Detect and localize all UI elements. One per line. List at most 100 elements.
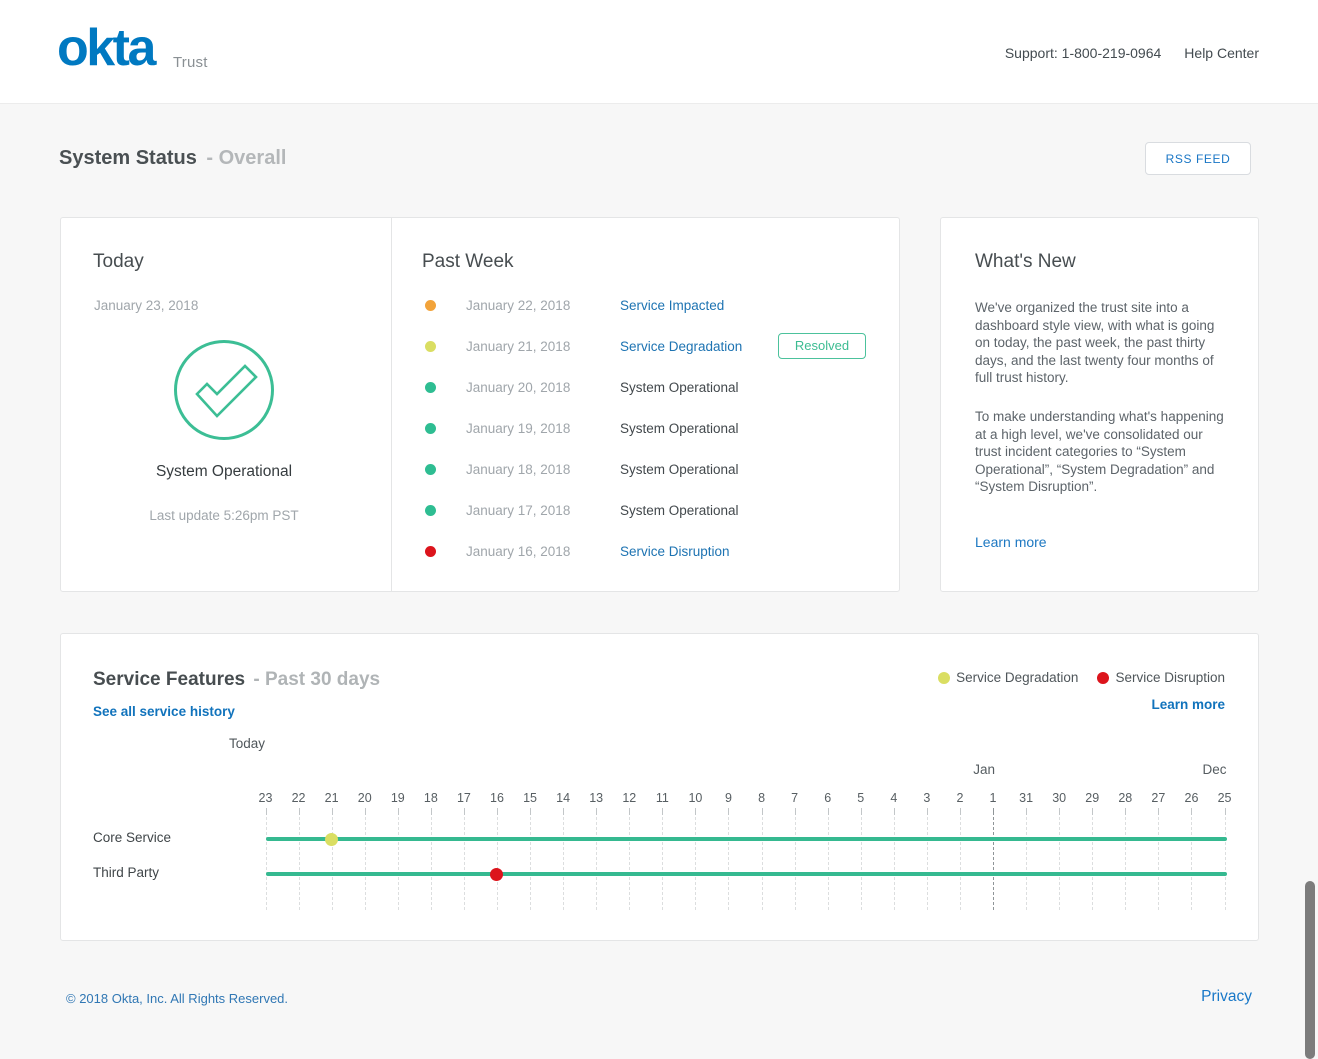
incident-status-link[interactable]: Service Disruption — [620, 544, 730, 559]
gridline — [299, 817, 300, 910]
privacy-link[interactable]: Privacy — [1201, 988, 1252, 1006]
service-status-line — [266, 837, 1227, 841]
gridline — [1191, 817, 1192, 910]
axis-day-label: 27 — [1143, 791, 1173, 805]
axis-tick — [596, 808, 597, 815]
gridline — [728, 817, 729, 910]
copyright-text: © 2018 Okta, Inc. All Rights Reserved. — [66, 991, 288, 1006]
okta-logo[interactable]: okta Trust — [57, 20, 154, 80]
axis-day-label: 28 — [1110, 791, 1140, 805]
status-dot-degradation — [425, 341, 436, 352]
status-dot-operational — [425, 464, 436, 475]
axis-tick — [629, 808, 630, 815]
axis-day-label: 12 — [614, 791, 644, 805]
gridline — [596, 817, 597, 910]
gridline — [662, 817, 663, 910]
axis-tick — [993, 808, 994, 815]
incident-dot[interactable] — [325, 833, 338, 846]
axis-tick — [332, 808, 333, 815]
axis-day-label: 13 — [581, 791, 611, 805]
page: okta Trust Support: 1-800-219-0964 Help … — [0, 0, 1318, 1059]
axis-day-label: 23 — [251, 791, 281, 805]
incident-date: January 19, 2018 — [466, 421, 570, 436]
axis-day-label: 15 — [515, 791, 545, 805]
axis-day-label: 11 — [647, 791, 677, 805]
past-week-row: January 17, 2018System Operational — [391, 490, 899, 531]
page-title: System Status - Overall — [59, 147, 286, 170]
gridline — [464, 817, 465, 910]
axis-month-label: Dec — [1167, 762, 1227, 777]
logo-trust-label: Trust — [173, 54, 208, 71]
today-title: Today — [93, 251, 144, 273]
service-row-label: Third Party — [93, 865, 159, 880]
axis-tick — [398, 808, 399, 815]
axis-day-label: 5 — [846, 791, 876, 805]
gridline — [1125, 817, 1126, 910]
axis-tick — [728, 808, 729, 815]
axis-tick — [563, 808, 564, 815]
axis-tick — [695, 808, 696, 815]
axis-day-label: 17 — [449, 791, 479, 805]
gridline — [497, 817, 498, 910]
gridline — [563, 817, 564, 910]
axis-day-label: 18 — [416, 791, 446, 805]
whats-new-card: What's New We've organized the trust sit… — [940, 217, 1259, 592]
axis-tick — [861, 808, 862, 815]
scrollbar-thumb[interactable] — [1305, 881, 1315, 1059]
gridline — [1225, 817, 1226, 910]
axis-day-label: 6 — [813, 791, 843, 805]
rss-feed-button[interactable]: RSS FEED — [1145, 142, 1251, 175]
gridline — [365, 817, 366, 910]
gridline — [1092, 817, 1093, 910]
whats-new-learn-more-link[interactable]: Learn more — [975, 534, 1047, 550]
gridline — [398, 817, 399, 910]
incident-date: January 17, 2018 — [466, 503, 570, 518]
status-dot-disruption — [425, 546, 436, 557]
help-center-link[interactable]: Help Center — [1184, 45, 1259, 61]
past-week-row: January 20, 2018System Operational — [391, 367, 899, 408]
axis-day-label: 26 — [1176, 791, 1206, 805]
axis-tick — [762, 808, 763, 815]
axis-tick — [299, 808, 300, 815]
axis-day-label: 19 — [383, 791, 413, 805]
axis-tick — [1026, 808, 1027, 815]
operational-check-icon — [174, 340, 274, 440]
gridline — [1059, 817, 1060, 910]
axis-day-label: 29 — [1077, 791, 1107, 805]
axis-day-label: 14 — [548, 791, 578, 805]
axis-tick — [894, 808, 895, 815]
axis-tick — [1225, 808, 1226, 815]
axis-tick — [266, 808, 267, 815]
gridline — [861, 817, 862, 910]
gridline — [993, 817, 994, 910]
axis-day-label: 16 — [482, 791, 512, 805]
axis-tick — [795, 808, 796, 815]
header: okta Trust Support: 1-800-219-0964 Help … — [0, 0, 1318, 104]
service-status-line — [266, 872, 1227, 876]
gridline — [1026, 817, 1027, 910]
incident-status-link[interactable]: Service Degradation — [620, 339, 742, 354]
status-card: Today January 23, 2018 System Operationa… — [60, 217, 900, 592]
gridline — [1158, 817, 1159, 910]
okta-logo-text: okta — [57, 19, 154, 77]
whats-new-paragraph-2: To make understanding what's happening a… — [975, 408, 1231, 496]
past-week-row: January 16, 2018 Service Disruption — [391, 531, 899, 572]
page-title-suffix: - Overall — [206, 147, 286, 169]
axis-day-label: 1 — [978, 791, 1008, 805]
axis-day-label: 21 — [317, 791, 347, 805]
incident-date: January 21, 2018 — [466, 339, 570, 354]
incident-date: January 20, 2018 — [466, 380, 570, 395]
incident-status-link[interactable]: Service Impacted — [620, 298, 724, 313]
incident-date: January 16, 2018 — [466, 544, 570, 559]
incident-date: January 22, 2018 — [466, 298, 570, 313]
incident-dot[interactable] — [490, 868, 503, 881]
axis-day-label: 22 — [284, 791, 314, 805]
status-dot-operational — [425, 423, 436, 434]
axis-tick — [431, 808, 432, 815]
axis-tick — [464, 808, 465, 815]
axis-day-label: 30 — [1044, 791, 1074, 805]
incident-date: January 18, 2018 — [466, 462, 570, 477]
whats-new-paragraph-1: We've organized the trust site into a da… — [975, 299, 1231, 387]
whats-new-title: What's New — [975, 251, 1076, 273]
service-row-label: Core Service — [93, 830, 171, 845]
